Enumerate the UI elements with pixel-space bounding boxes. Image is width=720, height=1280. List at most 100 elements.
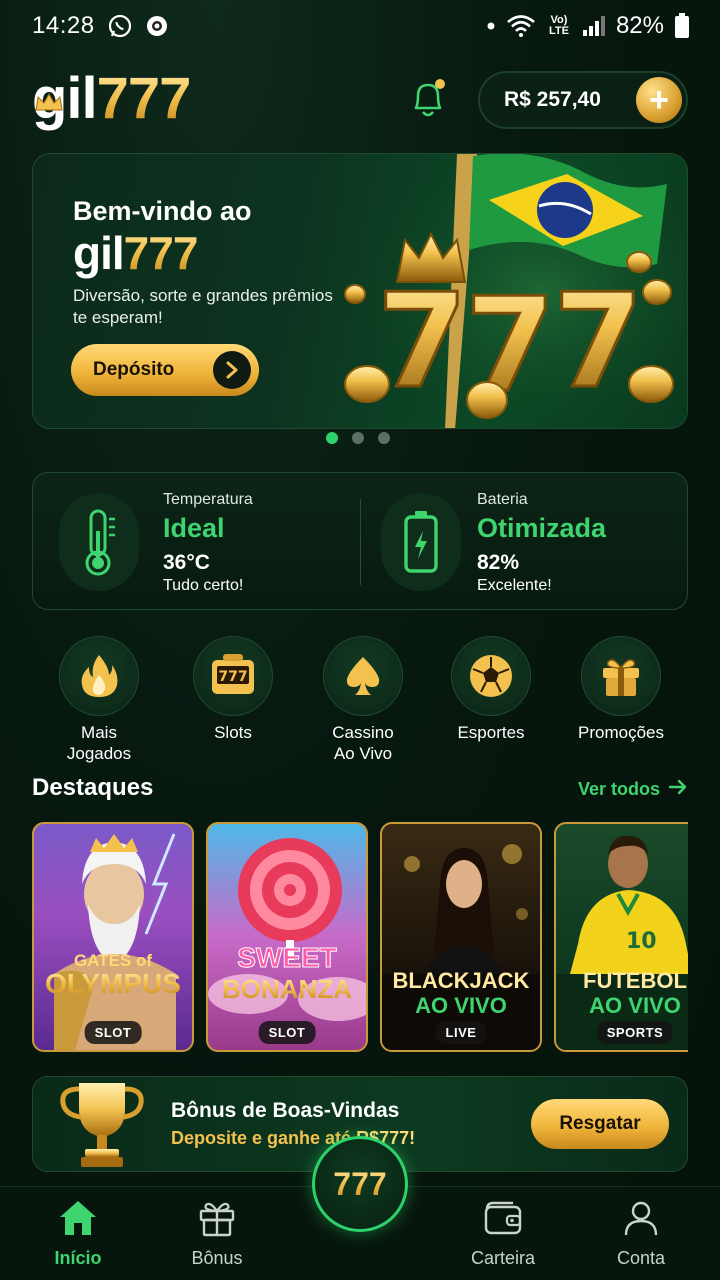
battery-charge-icon xyxy=(381,493,461,591)
notification-bell-icon[interactable] xyxy=(408,76,448,120)
status-bar: 14:28 Vo) LTE 82% xyxy=(0,0,720,52)
battery-label: Bateria xyxy=(477,491,528,508)
category-esportes[interactable]: Esportes xyxy=(431,636,551,743)
deposit-button[interactable]: Depósito xyxy=(71,344,259,396)
thermometer-icon xyxy=(59,493,139,591)
temperature-label: Temperatura xyxy=(163,491,253,508)
nav-label: Carteira xyxy=(470,1248,536,1268)
bonus-subtitle-text: Deposite e ganhe até xyxy=(171,1128,352,1148)
category-promocoes[interactable]: Promoções xyxy=(561,636,681,743)
volte-icon: Vo) LTE xyxy=(546,15,572,37)
carousel-dot-3[interactable] xyxy=(378,432,390,444)
category-label: Promoções xyxy=(578,723,664,742)
jackpot-777-art: 7 7 7 xyxy=(327,154,687,428)
app-notification-icon xyxy=(145,14,169,38)
nav-inicio[interactable]: Início xyxy=(18,1199,138,1269)
temperature-stat: Temperatura Ideal 36°C Tudo certo! xyxy=(33,473,360,611)
game-badge: SPORTS xyxy=(596,1021,674,1044)
user-icon xyxy=(622,1199,660,1242)
game-title-line1: FUTEBOL xyxy=(583,968,687,993)
highlights-carousel[interactable]: GATES of OLYMPUS SLOT SWEET BONANZA SLOT xyxy=(32,822,688,1054)
bonus-title: Bônus de Boas-Vindas xyxy=(171,1099,400,1122)
svg-text:7: 7 xyxy=(553,265,643,417)
nav-label: Conta xyxy=(616,1248,666,1268)
game-title-line1: BLACKJACK xyxy=(392,968,530,993)
nav-label: Início xyxy=(54,1248,102,1268)
game-card-sweet-bonanza[interactable]: SWEET BONANZA SLOT xyxy=(206,822,368,1052)
game-card-gates-of-olympus[interactable]: GATES of OLYMPUS SLOT xyxy=(32,822,194,1052)
carousel-dot-2[interactable] xyxy=(352,432,364,444)
see-all-link[interactable]: Ver todos xyxy=(578,778,688,801)
nav-center-777-button[interactable]: 777 xyxy=(312,1136,408,1232)
dot-indicator-icon xyxy=(486,21,496,31)
game-title-line2: OLYMPUS xyxy=(34,970,192,998)
hero-welcome: Bem-vindo ao xyxy=(73,196,252,226)
game-title-line1: GATES of xyxy=(73,951,153,970)
add-funds-button[interactable]: + xyxy=(636,77,682,123)
hero-logo-text: gil xyxy=(73,227,125,279)
spade-icon xyxy=(323,636,403,716)
nav-carteira[interactable]: Carteira xyxy=(443,1199,563,1269)
battery-value: 82% xyxy=(477,551,520,574)
category-label: Mais Jogados xyxy=(66,723,132,763)
game-title-line2: AO VIVO xyxy=(589,993,681,1018)
carousel-dot-1[interactable] xyxy=(326,432,338,444)
game-title-line2: AO VIVO xyxy=(415,993,507,1018)
game-title-line2: BONANZA xyxy=(208,976,366,1002)
game-badge: SLOT xyxy=(258,1021,316,1044)
battery-stat: Bateria Otimizada 82% Excelente! xyxy=(361,473,688,611)
crown-icon xyxy=(34,64,64,122)
category-slots[interactable]: 777 Slots xyxy=(173,636,293,743)
nav-label: Bônus xyxy=(191,1248,243,1268)
battery-status: Otimizada xyxy=(477,513,607,543)
category-row: Mais Jogados 777 Slots Cassino Ao Vivo E… xyxy=(32,636,688,766)
soccer-ball-icon xyxy=(451,636,531,716)
claim-bonus-button[interactable]: Resgatar xyxy=(531,1099,669,1149)
category-mais-jogados[interactable]: Mais Jogados xyxy=(39,636,159,764)
chevron-right-icon xyxy=(213,351,251,389)
game-badge: SLOT xyxy=(84,1021,142,1044)
carousel-dots xyxy=(326,432,390,444)
wifi-icon xyxy=(506,14,536,38)
game-card-blackjack-ao-vivo[interactable]: BLACKJACK AO VIVO LIVE xyxy=(380,822,542,1052)
gift-icon xyxy=(198,1199,236,1242)
svg-text:7: 7 xyxy=(377,265,467,417)
game-card-futebol-ao-vivo[interactable]: 10 FUTEBOL AO VIVO SPORTS xyxy=(554,822,688,1052)
category-label: Esportes xyxy=(457,723,525,742)
highlights-title: Destaques xyxy=(32,774,154,801)
svg-text:10: 10 xyxy=(626,929,657,954)
temperature-status: Ideal xyxy=(163,513,225,543)
status-time: 14:28 xyxy=(32,12,95,39)
temperature-note: Tudo certo! xyxy=(163,577,244,594)
hero-logo: gil777 xyxy=(73,226,198,280)
trophy-icon xyxy=(57,1079,147,1171)
center-button-label: 777 xyxy=(333,1165,387,1202)
game-title-line1: SWEET xyxy=(237,942,338,973)
deposit-label: Depósito xyxy=(93,359,175,380)
slot-machine-icon: 777 xyxy=(193,636,273,716)
flame-icon xyxy=(59,636,139,716)
hero-banner[interactable]: 7 7 7 Bem-vindo ao gil777 Diversão, sort… xyxy=(32,153,688,429)
app-header: gil 777 R$ 257,40 + xyxy=(32,66,688,132)
category-label: Cassino Ao Vivo xyxy=(332,723,394,763)
logo-number: 777 xyxy=(96,66,192,131)
zeus-artwork xyxy=(54,833,176,1050)
hero-subtitle: Diversão, sorte e grandes prêmios te esp… xyxy=(73,286,333,327)
volte-label: Vo) LTE xyxy=(548,14,569,37)
signal-icon xyxy=(582,15,606,37)
battery-icon xyxy=(674,13,690,39)
nav-bonus[interactable]: Bônus xyxy=(157,1199,277,1269)
whatsapp-icon xyxy=(107,13,133,39)
category-label: Slots xyxy=(214,723,252,742)
game-badge: LIVE xyxy=(435,1021,487,1044)
balance-pill[interactable]: R$ 257,40 + xyxy=(478,71,688,129)
battery-note: Excelente! xyxy=(477,577,552,594)
app-logo[interactable]: gil 777 xyxy=(32,66,192,131)
nav-conta[interactable]: Conta xyxy=(581,1199,701,1269)
lollipop-artwork xyxy=(208,838,366,1021)
svg-text:777: 777 xyxy=(218,669,247,685)
temperature-value: 36°C xyxy=(163,551,210,574)
wallet-icon xyxy=(483,1199,523,1242)
battery-percent: 82% xyxy=(615,12,664,39)
category-cassino-ao-vivo[interactable]: Cassino Ao Vivo xyxy=(303,636,423,764)
